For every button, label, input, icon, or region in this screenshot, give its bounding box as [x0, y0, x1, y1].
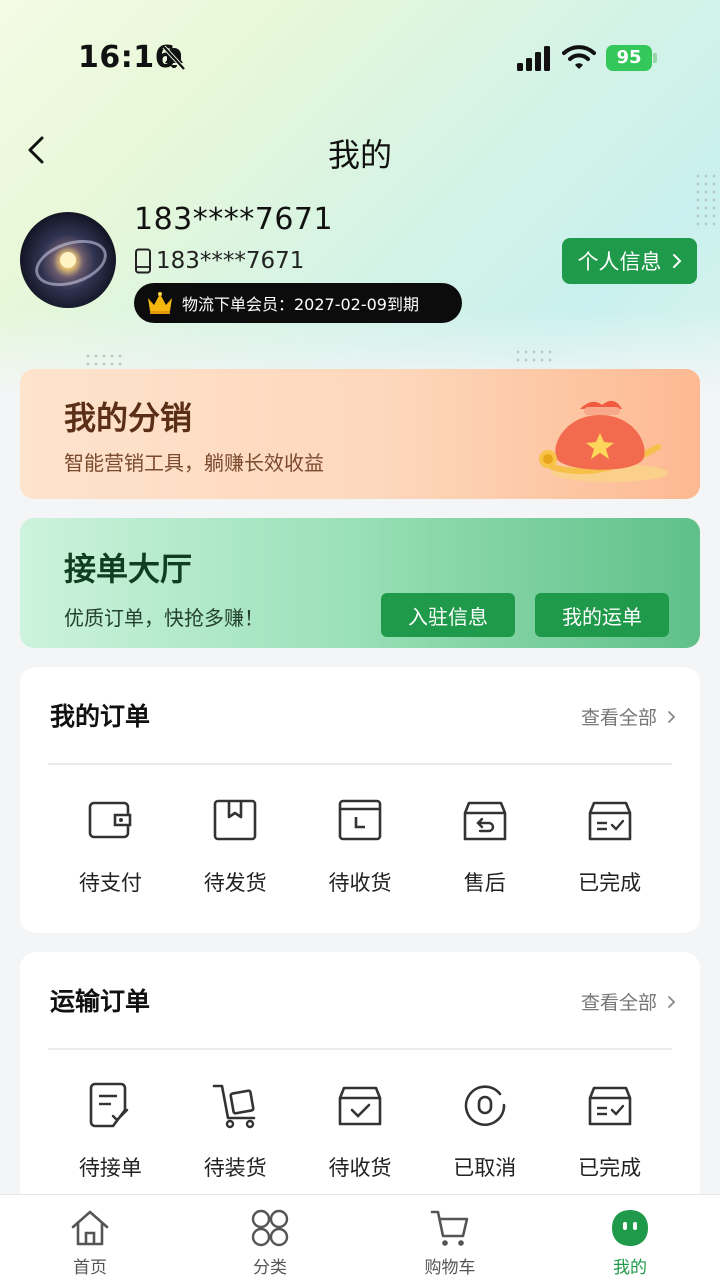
- my-orders-view-all[interactable]: 查看全部: [581, 703, 676, 730]
- transport-cancelled[interactable]: 已取消: [422, 1080, 547, 1182]
- personal-info-button[interactable]: 个人信息: [562, 238, 697, 284]
- transport-pending-loading[interactable]: 待装货: [173, 1080, 298, 1182]
- transport-orders-card: 运输订单 查看全部 待接单 待装货 待收货 已取消 已完成: [20, 952, 700, 1212]
- box-icon: [213, 799, 257, 841]
- my-orders-items: 待支付 待发货 待收货 售后 已完成: [48, 795, 672, 897]
- order-item-label: 待收货: [328, 871, 392, 895]
- view-all-label: 查看全部: [580, 992, 657, 1014]
- transport-item-label: 待收货: [328, 1156, 392, 1180]
- my-waybill-label: 我的运单: [562, 604, 642, 629]
- order-item-label: 待发货: [203, 871, 267, 895]
- cart-icon: [430, 1210, 469, 1246]
- transport-orders-title: 运输订单: [50, 987, 151, 1016]
- order-pending-payment[interactable]: 待支付: [48, 795, 173, 897]
- settle-info-label: 入驻信息: [408, 604, 488, 629]
- bottom-tab-bar: 首页 分类 购物车 我的: [0, 1194, 720, 1280]
- order-hall-subtitle: 优质订单，快抢多赚！: [64, 606, 264, 630]
- package-receive-icon: [338, 799, 382, 841]
- divider: [48, 763, 672, 765]
- cart-dolly-icon: [212, 1084, 256, 1129]
- vip-expiry-text: 物流下单会员：2027-02-09到期: [182, 295, 419, 314]
- document-check-icon: [90, 1082, 129, 1128]
- crown-icon: [148, 292, 172, 314]
- tab-category[interactable]: 分类: [180, 1195, 360, 1280]
- money-bag-icon: [539, 400, 668, 482]
- transport-item-label: 待装货: [203, 1156, 267, 1180]
- order-completed[interactable]: 已完成: [547, 795, 672, 897]
- tab-cart[interactable]: 购物车: [360, 1195, 540, 1280]
- transport-item-label: 待接单: [78, 1156, 142, 1180]
- bell-mute-icon: [162, 45, 186, 71]
- wifi-icon: [562, 45, 596, 69]
- view-all-label: 查看全部: [580, 707, 657, 729]
- chevron-right-icon: [668, 710, 676, 723]
- chevron-right-icon: [672, 254, 681, 268]
- phone-number: 183****7671: [156, 248, 305, 274]
- order-hall-title: 接单大厅: [64, 550, 193, 588]
- cancel-circle-icon: [464, 1085, 506, 1126]
- transport-completed[interactable]: 已完成: [547, 1080, 672, 1182]
- status-bar: 16:16 95: [0, 0, 720, 110]
- decorative-dots: [514, 348, 554, 364]
- tab-label: 我的: [613, 1258, 647, 1278]
- transport-orders-items: 待接单 待装货 待收货 已取消 已完成: [48, 1080, 672, 1182]
- page-title: 我的: [327, 136, 392, 174]
- distribution-subtitle: 智能营销工具，躺赚长效收益: [64, 451, 324, 475]
- my-orders-card: 我的订单 查看全部 待支付 待发货 待收货 售后 已完成: [20, 667, 700, 933]
- tab-label: 首页: [73, 1258, 107, 1278]
- phone-row: 183****7671: [134, 246, 304, 276]
- order-item-label: 售后: [463, 871, 506, 895]
- category-icon: [251, 1209, 289, 1247]
- chevron-right-icon: [668, 995, 676, 1008]
- completed-box-icon: [588, 801, 631, 841]
- battery-cap: [653, 53, 657, 63]
- order-item-label: 已完成: [578, 871, 642, 895]
- transport-pending-receipt[interactable]: 待收货: [298, 1080, 423, 1182]
- distribution-banner[interactable]: 我的分销 智能营销工具，躺赚长效收益: [20, 369, 700, 499]
- return-box-icon: [463, 801, 507, 841]
- completed-box-icon: [588, 1086, 631, 1126]
- transport-item-label: 已取消: [453, 1156, 517, 1180]
- wallet-icon: [89, 801, 132, 839]
- order-after-sales[interactable]: 售后: [422, 795, 547, 897]
- battery-level: 95: [606, 45, 652, 71]
- my-orders-title: 我的订单: [50, 702, 151, 731]
- order-item-label: 待支付: [78, 871, 142, 895]
- avatar[interactable]: [20, 212, 116, 308]
- profile-icon: [612, 1210, 648, 1246]
- order-hall-banner[interactable]: 接单大厅 优质订单，快抢多赚！ 入驻信息 我的运单: [20, 518, 700, 648]
- personal-info-label: 个人信息: [577, 250, 662, 274]
- tab-label: 购物车: [424, 1258, 476, 1278]
- transport-pending-accept[interactable]: 待接单: [48, 1080, 173, 1182]
- order-pending-shipment[interactable]: 待发货: [173, 795, 298, 897]
- decorative-dots: [84, 352, 124, 368]
- order-pending-receipt[interactable]: 待收货: [298, 795, 423, 897]
- tab-label: 分类: [253, 1258, 287, 1278]
- divider: [48, 1048, 672, 1050]
- decorative-dots: [694, 172, 720, 228]
- my-waybill-button[interactable]: 我的运单: [535, 593, 669, 637]
- vip-badge: 物流下单会员：2027-02-09到期: [134, 283, 462, 323]
- signal-icon: [517, 46, 550, 71]
- transport-item-label: 已完成: [578, 1156, 642, 1180]
- user-name: 183****7671: [134, 202, 334, 237]
- transport-orders-view-all[interactable]: 查看全部: [581, 988, 676, 1015]
- home-icon: [71, 1210, 109, 1246]
- box-check-icon: [338, 1086, 382, 1126]
- distribution-title: 我的分销: [64, 399, 193, 437]
- settle-info-button[interactable]: 入驻信息: [381, 593, 515, 637]
- tab-profile[interactable]: 我的: [540, 1195, 720, 1280]
- tab-home[interactable]: 首页: [0, 1195, 180, 1280]
- phone-icon: [135, 248, 151, 274]
- battery-indicator: 95: [606, 45, 658, 71]
